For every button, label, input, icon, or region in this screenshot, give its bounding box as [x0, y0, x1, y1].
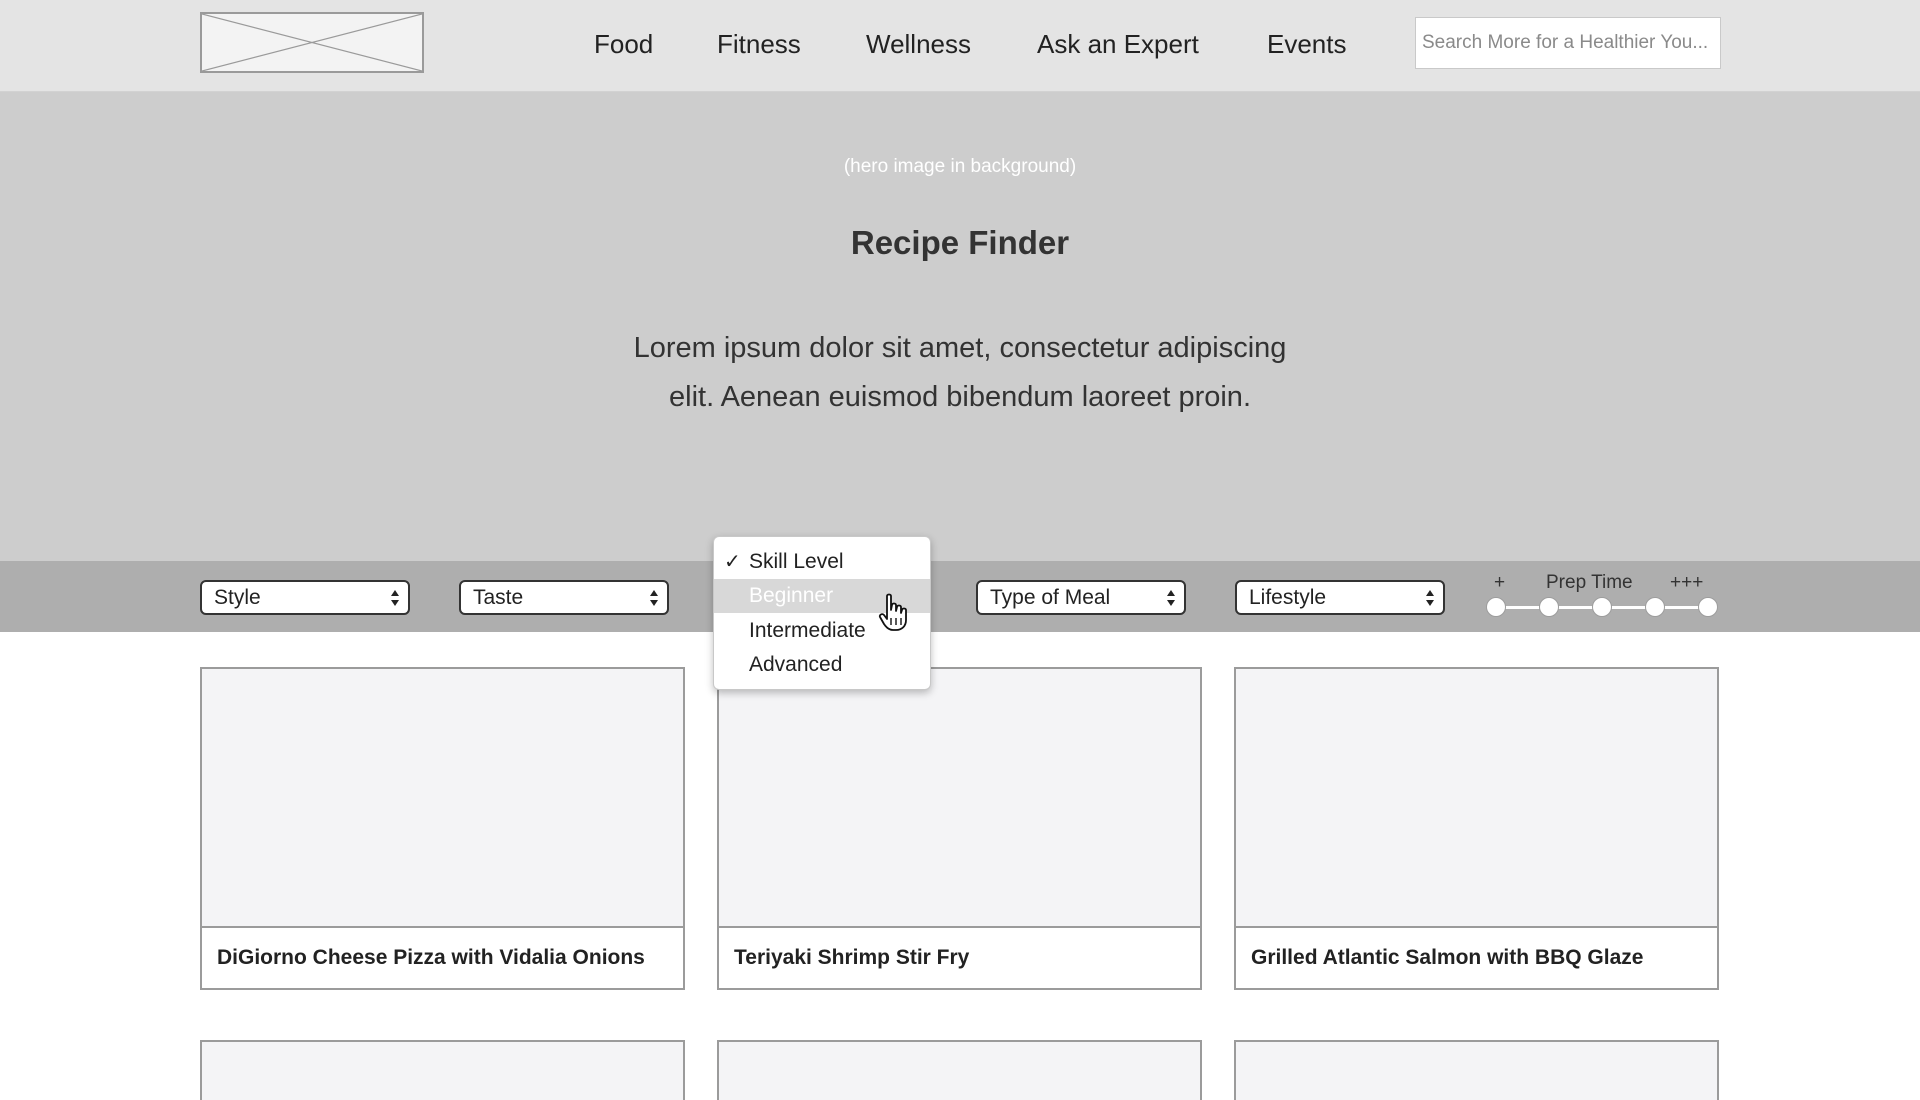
recipe-card[interactable] [1234, 1040, 1719, 1100]
recipe-card[interactable]: Teriyaki Shrimp Stir Fry [717, 667, 1202, 990]
menu-item-label: Skill Level [749, 550, 844, 573]
style-select-label: Style [214, 586, 261, 609]
nav-events[interactable]: Events [1267, 29, 1347, 60]
recipe-image-placeholder [202, 669, 683, 928]
recipe-card[interactable]: DiGiorno Cheese Pizza with Vidalia Onion… [200, 667, 685, 990]
lifestyle-select[interactable]: Lifestyle [1235, 580, 1445, 615]
select-arrows-icon [1167, 590, 1175, 606]
recipe-image-placeholder [719, 669, 1200, 928]
lifestyle-select-label: Lifestyle [1249, 586, 1327, 609]
filter-bar: Style Taste Type of Meal Lifestyle + Pre… [0, 561, 1920, 632]
nav-fitness[interactable]: Fitness [717, 29, 801, 60]
hero-section: (hero image in background) Recipe Finder… [0, 92, 1920, 561]
slider-stop[interactable] [1645, 597, 1665, 617]
nav-food[interactable]: Food [594, 29, 653, 60]
recipe-card[interactable]: Grilled Atlantic Salmon with BBQ Glaze [1234, 667, 1719, 990]
menu-item-skill-level[interactable]: ✓ Skill Level [714, 545, 930, 579]
select-arrows-icon [650, 590, 658, 606]
nav-ask-an-expert[interactable]: Ask an Expert [1037, 29, 1199, 60]
recipe-title[interactable]: DiGiorno Cheese Pizza with Vidalia Onion… [217, 946, 645, 970]
menu-item-label: Beginner [749, 584, 834, 607]
hand-cursor-icon [878, 593, 907, 631]
taste-select[interactable]: Taste [459, 580, 669, 615]
menu-item-advanced[interactable]: Advanced [714, 648, 930, 682]
menu-item-label: Intermediate [749, 619, 866, 642]
slider-stop[interactable] [1592, 597, 1612, 617]
slider-stop[interactable] [1486, 597, 1506, 617]
hero-description: Lorem ipsum dolor sit amet, consectetur … [633, 332, 1287, 413]
prep-time-slider[interactable]: + Prep Time +++ [1480, 561, 1730, 632]
prep-time-label: Prep Time [1546, 572, 1633, 593]
type-of-meal-select-label: Type of Meal [990, 586, 1111, 609]
prep-time-max-label: +++ [1670, 572, 1704, 593]
recipe-image-placeholder [1236, 669, 1717, 928]
select-arrows-icon [1426, 590, 1434, 606]
taste-select-label: Taste [473, 586, 524, 609]
style-select[interactable]: Style [200, 580, 410, 615]
search-input[interactable] [1415, 17, 1721, 69]
slider-stop[interactable] [1539, 597, 1559, 617]
logo-placeholder-icon[interactable] [200, 12, 424, 73]
nav-wellness[interactable]: Wellness [866, 29, 971, 60]
prep-time-min-label: + [1494, 572, 1506, 593]
slider-stop[interactable] [1698, 597, 1718, 617]
type-of-meal-select[interactable]: Type of Meal [976, 580, 1186, 615]
recipe-title[interactable]: Teriyaki Shrimp Stir Fry [734, 946, 969, 970]
recipe-card[interactable] [200, 1040, 685, 1100]
menu-item-label: Advanced [749, 653, 843, 676]
checkmark-icon: ✓ [724, 551, 741, 573]
select-arrows-icon [391, 590, 399, 606]
site-header: Food Fitness Wellness Ask an Expert Even… [0, 0, 1920, 92]
hero-image-note: (hero image in background) [843, 156, 1077, 177]
recipe-title[interactable]: Grilled Atlantic Salmon with BBQ Glaze [1251, 946, 1643, 970]
recipe-card[interactable] [717, 1040, 1202, 1100]
page-title: Recipe Finder [850, 224, 1070, 261]
